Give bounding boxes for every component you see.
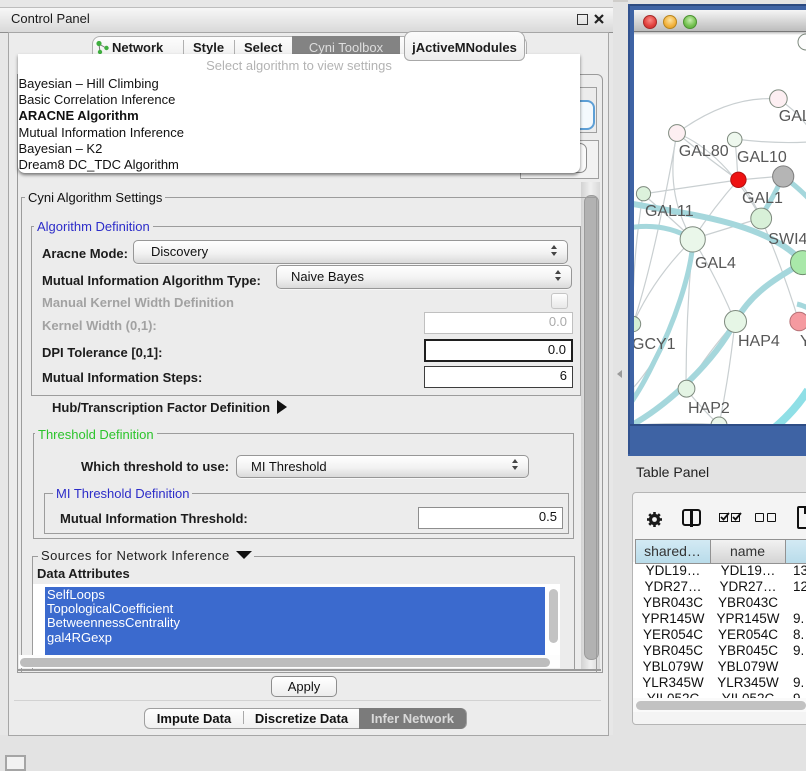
svg-text:GCY1: GCY1 — [634, 336, 676, 353]
svg-text:GAL11: GAL11 — [645, 203, 694, 220]
svg-text:SWI4: SWI4 — [768, 231, 806, 248]
svg-text:GAL10: GAL10 — [737, 149, 787, 166]
svg-text:GAL80: GAL80 — [679, 143, 729, 160]
svg-text:GAL4: GAL4 — [695, 255, 736, 272]
svg-text:HAP2: HAP2 — [688, 400, 730, 417]
svg-text:HAP4: HAP4 — [738, 333, 780, 350]
svg-text:Y: Y — [800, 333, 806, 350]
svg-text:GAL7: GAL7 — [779, 108, 806, 125]
svg-text:GAL1: GAL1 — [742, 190, 783, 207]
